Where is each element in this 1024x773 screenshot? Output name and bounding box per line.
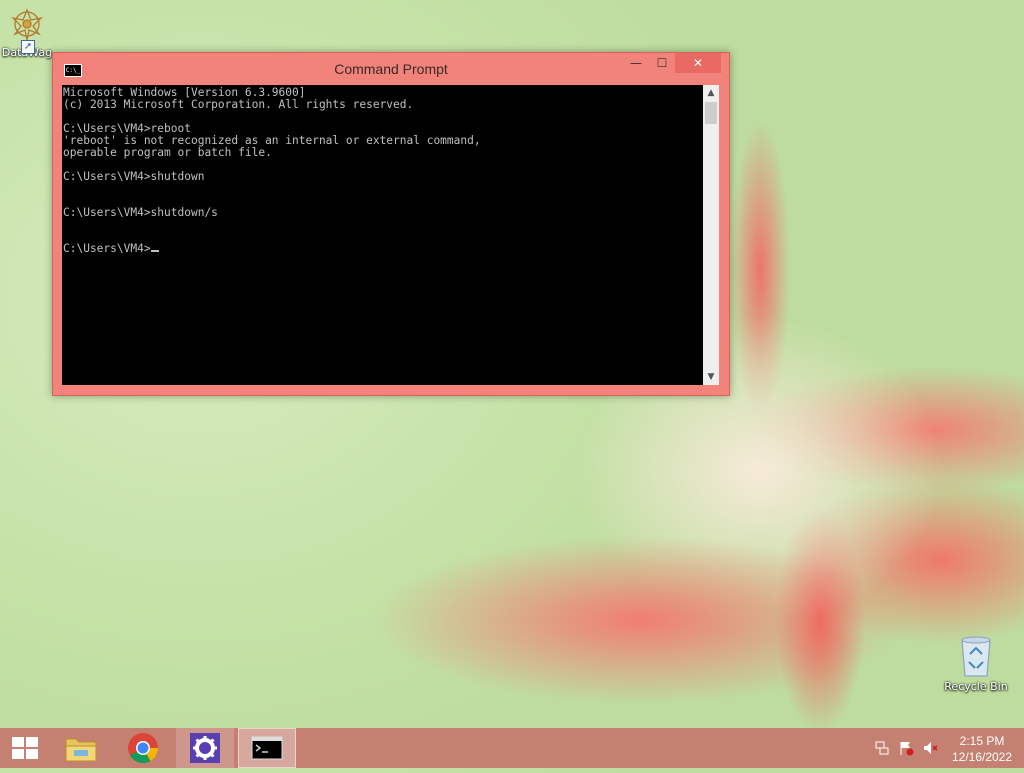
taskbar-clock[interactable]: 2:15 PM 12/16/2022 — [946, 733, 1018, 765]
scrollbar-thumb[interactable] — [705, 102, 717, 124]
clock-time: 2:15 PM — [959, 734, 1005, 748]
clock-date: 12/16/2022 — [951, 750, 1013, 764]
console-line: (c) 2013 Microsoft Corporation. All righ… — [63, 98, 414, 111]
maximize-button[interactable]: ☐ — [649, 53, 675, 73]
taskbar: 2:15 PM 12/16/2022 — [0, 728, 1024, 768]
console-line: operable program or batch file. — [63, 146, 272, 159]
window-titlebar[interactable]: C:\_ Command Prompt — ☐ ✕ — [53, 53, 729, 85]
console-prompt: C:\Users\VM4> — [63, 242, 151, 255]
console-line: C:\Users\VM4>shutdown/s — [63, 206, 218, 219]
network-icon[interactable] — [874, 740, 890, 756]
scroll-down-arrow-icon[interactable]: ▼ — [703, 369, 719, 385]
vertical-scrollbar[interactable]: ▲ ▼ — [703, 85, 719, 385]
close-button[interactable]: ✕ — [675, 53, 721, 73]
console-output[interactable]: Microsoft Windows [Version 6.3.9600] (c)… — [62, 85, 703, 385]
recycle-bin-icon — [956, 630, 996, 680]
desktop-icon-datawag[interactable]: ➚ DataWag — [0, 6, 54, 59]
scroll-up-arrow-icon[interactable]: ▲ — [703, 85, 719, 101]
desktop-icon-recycle-bin[interactable]: Recycle Bin — [940, 630, 1012, 693]
console-text: Microsoft Windows [Version 6.3.9600] (c)… — [62, 85, 703, 255]
minimize-button[interactable]: — — [623, 53, 649, 73]
text-cursor — [150, 250, 159, 252]
datawag-app-icon: ➚ — [7, 6, 47, 54]
shortcut-arrow-icon: ➚ — [21, 40, 35, 54]
console-line: C:\Users\VM4>shutdown — [63, 170, 205, 183]
speaker-muted-icon[interactable] — [922, 740, 938, 756]
action-center-flag-icon[interactable] — [898, 740, 914, 756]
desktop-icon-label: Recycle Bin — [944, 680, 1008, 693]
command-prompt-window[interactable]: C:\_ Command Prompt — ☐ ✕ Microsoft Wind… — [52, 52, 730, 396]
